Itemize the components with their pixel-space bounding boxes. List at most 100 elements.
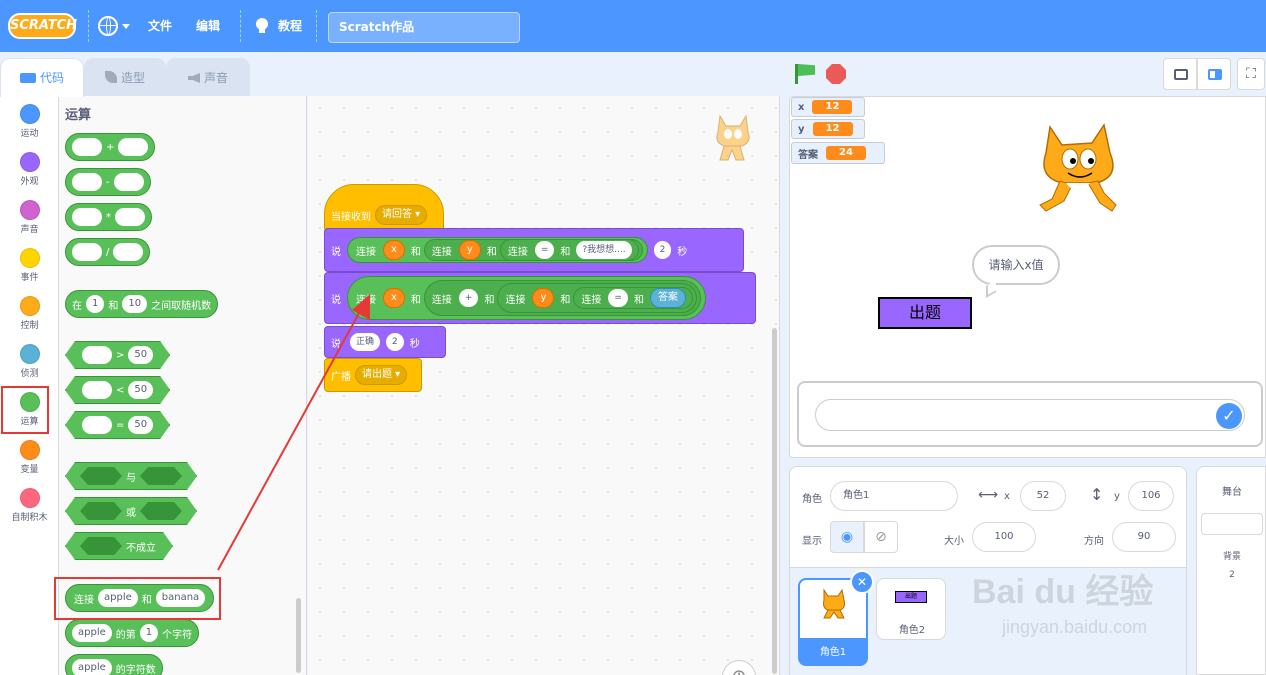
category-sensing[interactable]: 侦测 bbox=[0, 338, 59, 386]
block-random[interactable]: 在 1 和 10 之间取随机数 bbox=[65, 290, 219, 318]
category-events[interactable]: 事件 bbox=[0, 242, 59, 290]
block-input[interactable]: 10 bbox=[122, 295, 148, 313]
sprite-thumbnail[interactable]: 出题 角色2 bbox=[876, 578, 946, 640]
operator-join-block[interactable]: 连接 x 和 连接 y 和 连接 = 和 ?我想想.... bbox=[347, 237, 648, 263]
annotation-arrow-icon bbox=[217, 294, 370, 571]
block-input[interactable]: = bbox=[608, 289, 628, 307]
sensing-answer-reporter[interactable]: 答案 bbox=[649, 288, 686, 308]
menu-tutorials[interactable]: 教程 bbox=[278, 0, 302, 52]
block-input[interactable]: apple bbox=[72, 659, 112, 675]
sprite-direction-input[interactable]: 90 bbox=[1112, 522, 1176, 552]
block-input[interactable]: apple bbox=[72, 624, 112, 642]
event-when-receive-block[interactable]: 当接收到 请回答 ▾ bbox=[324, 184, 444, 232]
tab-sounds[interactable]: 声音 bbox=[166, 58, 250, 96]
category-dot bbox=[19, 344, 40, 364]
variable-y-reporter[interactable]: y bbox=[458, 240, 481, 260]
ask-prompt-box: ✓ bbox=[797, 381, 1263, 447]
hide-visible-button[interactable]: ⊘ bbox=[864, 521, 898, 553]
sprite-name-input[interactable]: 角色1 bbox=[830, 481, 958, 511]
category-my-blocks[interactable]: 自制积木 bbox=[0, 482, 59, 530]
operator-join-block[interactable]: 连接 y 和 连接 = 和 答案 bbox=[497, 283, 697, 313]
block-length-of[interactable]: apple 的字符数 bbox=[65, 654, 163, 675]
block-divide[interactable]: / bbox=[65, 238, 151, 266]
zoom-in-button[interactable]: ⊕ bbox=[722, 660, 756, 675]
menu-bar: SCRATCH 文件 编辑 教程 Scratch作品 bbox=[0, 0, 1266, 52]
operator-join-block[interactable]: 连接 y 和 连接 = 和 ?我想想.... bbox=[423, 239, 643, 261]
block-less-than[interactable]: <50 bbox=[65, 376, 170, 404]
sprite-name-tag[interactable]: 角色1 bbox=[798, 640, 868, 666]
variable-x-reporter[interactable]: x bbox=[383, 288, 405, 308]
block-greater-than[interactable]: >50 bbox=[65, 341, 170, 369]
block-or[interactable]: 或 bbox=[65, 497, 197, 525]
category-dot bbox=[19, 104, 40, 124]
fullscreen-icon[interactable]: ⛶ bbox=[1237, 58, 1265, 90]
stop-icon[interactable] bbox=[826, 64, 846, 84]
menu-separator bbox=[88, 10, 89, 42]
block-text: 和 bbox=[108, 300, 119, 312]
sprite-y-input[interactable]: 106 bbox=[1128, 481, 1174, 511]
operator-join-block[interactable]: 连接 = 和 答案 bbox=[573, 287, 693, 309]
block-input[interactable]: 50 bbox=[128, 346, 153, 364]
block-letter-of[interactable]: apple 的第 1 个字符 bbox=[65, 619, 200, 647]
operator-join-block[interactable]: 连接 x 和 连接 + 和 连接 y 和 连接 = 和 答案 bbox=[347, 276, 706, 320]
block-input[interactable]: = bbox=[534, 241, 555, 259]
message-dropdown[interactable]: 请回答 ▾ bbox=[375, 205, 428, 225]
sprite-watermark-icon bbox=[716, 114, 750, 161]
globe-icon[interactable] bbox=[98, 16, 118, 36]
block-input[interactable]: 50 bbox=[128, 416, 153, 434]
block-subtract[interactable]: - bbox=[65, 168, 151, 196]
answer-input[interactable] bbox=[815, 399, 1245, 431]
check-submit-icon[interactable]: ✓ bbox=[1216, 403, 1242, 429]
block-equals[interactable]: = 50 bbox=[65, 411, 170, 439]
stage-thumbnail[interactable] bbox=[1201, 513, 1263, 535]
block-input[interactable]: 1 bbox=[86, 295, 105, 313]
green-flag-icon[interactable] bbox=[795, 64, 815, 84]
block-input[interactable]: ?我想想.... bbox=[576, 241, 632, 259]
block-input[interactable]: 1 bbox=[139, 624, 159, 642]
small-stage-button[interactable] bbox=[1163, 58, 1197, 90]
block-input[interactable]: 2 bbox=[386, 333, 404, 351]
sprite-size-input[interactable]: 100 bbox=[972, 522, 1036, 552]
category-variables[interactable]: 变量 bbox=[0, 434, 59, 482]
watermark-url: jingyan.baidu.com bbox=[1002, 617, 1148, 637]
delete-sprite-icon[interactable]: ✕ bbox=[850, 570, 874, 594]
category-label: 事件 bbox=[20, 273, 39, 283]
looks-say-block[interactable]: 说 连接 x 和 连接 + 和 连接 y 和 连接 = 和 答案 bbox=[324, 272, 756, 324]
question-button-sprite[interactable]: 出题 bbox=[878, 297, 972, 329]
palette-scrollbar[interactable] bbox=[296, 598, 301, 673]
show-visible-button[interactable]: ◉ bbox=[830, 521, 864, 553]
workspace-scrollbar[interactable] bbox=[772, 328, 777, 674]
looks-say-block[interactable]: 说 连接 x 和 连接 y 和 连接 = 和 ?我想想.... 2 秒 bbox=[324, 228, 744, 272]
block-and[interactable]: 与 bbox=[65, 462, 197, 490]
category-dot bbox=[19, 488, 40, 508]
block-input[interactable]: 2 bbox=[653, 241, 672, 259]
operator-join-block[interactable]: 连接 + 和 连接 y 和 连接 = 和 答案 bbox=[423, 280, 701, 316]
tab-costumes[interactable]: 造型 bbox=[84, 58, 166, 96]
category-motion[interactable]: 运动 bbox=[0, 98, 59, 146]
operator-join-block[interactable]: 连接 = 和 ?我想想.... bbox=[499, 239, 639, 261]
block-input[interactable]: 50 bbox=[128, 381, 153, 399]
menu-file[interactable]: 文件 bbox=[148, 0, 172, 52]
block-multiply[interactable]: * bbox=[65, 203, 152, 231]
project-title-input[interactable]: Scratch作品 bbox=[328, 12, 520, 43]
category-looks[interactable]: 外观 bbox=[0, 146, 59, 194]
menu-edit[interactable]: 编辑 bbox=[196, 0, 220, 52]
block-input[interactable]: + bbox=[458, 289, 479, 307]
tab-code[interactable]: 代码 bbox=[0, 58, 84, 97]
block-not[interactable]: 不成立 bbox=[65, 532, 173, 560]
cat-thumbnail-icon bbox=[823, 588, 845, 619]
button-sprite-label: 出题 bbox=[908, 303, 941, 322]
monitor-value: 12 bbox=[812, 100, 853, 114]
category-control[interactable]: 控制 bbox=[0, 290, 59, 338]
variable-y-reporter[interactable]: y bbox=[532, 288, 555, 308]
sprite-tile-name: 角色2 bbox=[898, 625, 926, 636]
variable-x-reporter[interactable]: x bbox=[383, 240, 405, 260]
scratch-logo[interactable]: SCRATCH bbox=[8, 13, 77, 39]
sprite-x-input[interactable]: 52 bbox=[1020, 481, 1066, 511]
category-sound[interactable]: 声音 bbox=[0, 194, 59, 242]
cat-sprite-icon[interactable] bbox=[1030, 119, 1130, 223]
block-add[interactable]: + bbox=[65, 133, 156, 161]
chevron-down-icon[interactable] bbox=[122, 24, 130, 29]
stage[interactable]: x 12 y 12 答案 24 请输入x值 出题 ✓ bbox=[789, 96, 1266, 458]
normal-stage-button[interactable] bbox=[1197, 58, 1231, 90]
